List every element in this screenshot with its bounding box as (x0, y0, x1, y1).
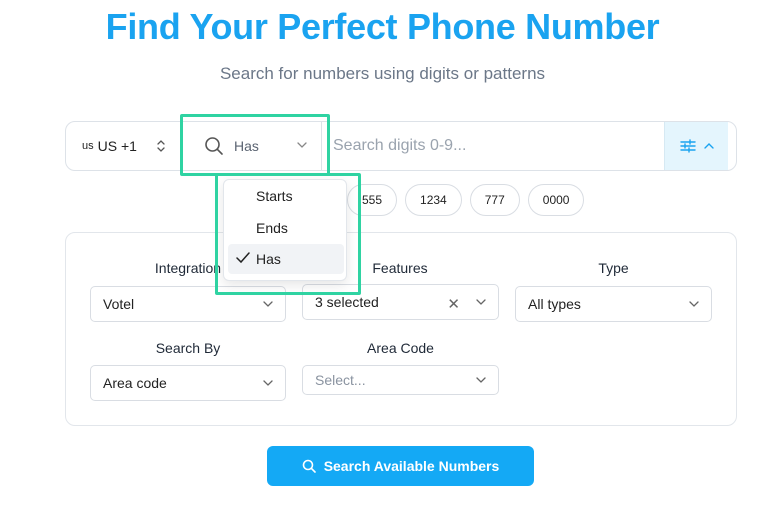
type-label: Type (598, 260, 629, 276)
country-flag: us (82, 140, 94, 152)
mode-option-label: Has (256, 251, 281, 267)
digits-search-input[interactable] (323, 122, 663, 170)
page-subtitle: Search for numbers using digits or patte… (219, 64, 546, 83)
country-code-label: US +1 (97, 138, 137, 154)
type-select[interactable]: All types (515, 286, 712, 322)
suggestion-chip[interactable]: 777 (469, 184, 520, 216)
mode-option-label: Starts (256, 188, 293, 204)
sliders-icon (679, 139, 696, 153)
chevron-up-down-icon (157, 140, 165, 152)
filters-panel: Integration Votel Features 3 selected ✕ … (65, 232, 737, 426)
match-mode-value: Has (234, 138, 259, 154)
suggestion-chip[interactable]: 0000 (527, 184, 585, 216)
chevron-down-icon (476, 299, 486, 305)
chevron-down-icon (689, 301, 699, 307)
mode-option-has[interactable]: Has (228, 244, 344, 274)
search-available-numbers-button[interactable]: Search Available Numbers (267, 446, 534, 486)
match-mode-select[interactable]: Has (186, 122, 322, 170)
area-code-placeholder: Select... (315, 372, 366, 388)
submit-label: Search Available Numbers (323, 458, 500, 474)
chevron-down-icon (476, 377, 486, 383)
search-icon (302, 459, 316, 473)
filters-toggle-button[interactable] (664, 122, 728, 170)
mode-option-ends[interactable]: Ends (228, 213, 344, 243)
mode-option-label: Ends (256, 220, 288, 236)
type-value: All types (528, 296, 581, 312)
suggestion-chips: 555 1234 777 0000 (347, 184, 585, 216)
search-by-select[interactable]: Area code (90, 365, 286, 401)
features-select[interactable]: 3 selected ✕ (302, 284, 499, 320)
search-by-label: Search By (155, 340, 221, 356)
chevron-up-icon (703, 143, 714, 149)
area-code-label: Area Code (367, 340, 434, 356)
search-by-value: Area code (103, 375, 167, 391)
country-selector[interactable]: us US +1 (66, 122, 184, 170)
match-mode-dropdown: Starts Ends Has (223, 179, 347, 281)
chevron-down-icon (297, 142, 307, 148)
integration-select[interactable]: Votel (90, 286, 286, 322)
mode-option-starts[interactable]: Starts (228, 181, 344, 211)
features-value: 3 selected (315, 294, 379, 310)
area-code-select[interactable]: Select... (302, 365, 499, 395)
suggestion-chip[interactable]: 555 (347, 184, 398, 216)
page-title: Find Your Perfect Phone Number (105, 6, 660, 47)
check-icon (236, 252, 250, 264)
search-bar: us US +1 Has (65, 121, 737, 171)
chevron-down-icon (263, 380, 273, 386)
integration-value: Votel (103, 296, 135, 312)
clear-icon[interactable]: ✕ (447, 295, 460, 313)
search-icon (205, 137, 223, 155)
chevron-down-icon (263, 301, 273, 307)
suggestion-chip[interactable]: 1234 (405, 184, 462, 216)
